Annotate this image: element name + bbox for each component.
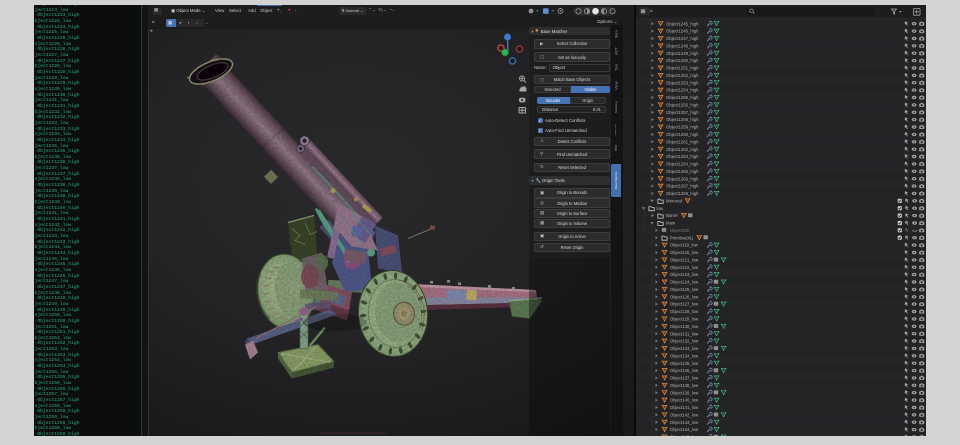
svg-text:Object133_low: Object133_low <box>670 346 699 351</box>
svg-text:Object1252_high: Object1252_high <box>666 73 699 78</box>
svg-text:Object121_low: Object121_low <box>670 257 699 262</box>
svg-text:Object1257_high: Object1257_high <box>666 109 699 114</box>
svg-text:Object1247_high: Object1247_high <box>666 36 699 41</box>
svg-text:Object145_low: Object145_low <box>670 434 699 436</box>
svg-text:Object123_low: Object123_low <box>670 272 699 277</box>
svg-text:Object1255_high: Object1255_high <box>666 95 699 100</box>
svg-text:Object1267_high: Object1267_high <box>666 183 699 188</box>
svg-text:Object1266_high: Object1266_high <box>666 176 699 181</box>
svg-text:Barrel: Barrel <box>666 213 678 218</box>
svg-text:Object1250_high: Object1250_high <box>666 58 699 63</box>
svg-text:Object135_low: Object135_low <box>670 360 699 365</box>
svg-text:Object830: Object830 <box>670 227 690 232</box>
svg-text:Object139_low: Object139_low <box>670 390 699 395</box>
svg-text:Object136_low: Object136_low <box>670 368 699 373</box>
svg-text:Object1251_high: Object1251_high <box>666 65 699 70</box>
svg-text:Object132_low: Object132_low <box>670 338 699 343</box>
svg-text:Mirrored: Mirrored <box>666 198 683 203</box>
svg-text:Object134_low: Object134_low <box>670 353 699 358</box>
svg-text:Object1253_high: Object1253_high <box>666 80 699 85</box>
svg-text:Object1248_high: Object1248_high <box>666 43 699 48</box>
svg-text:Object128_low: Object128_low <box>670 309 699 314</box>
svg-text:Object120_low: Object120_low <box>670 250 699 255</box>
svg-text:Primitive001: Primitive001 <box>670 235 694 240</box>
svg-text:Object140_low: Object140_low <box>670 397 699 402</box>
svg-text:Object130_low: Object130_low <box>670 323 699 328</box>
svg-text:Object119_low: Object119_low <box>670 242 699 247</box>
svg-text:Object1263_high: Object1263_high <box>666 154 699 159</box>
svg-text:Object142_low: Object142_low <box>670 412 699 417</box>
svg-text:Object1268_high: Object1268_high <box>666 191 699 196</box>
svg-text:Object1264_high: Object1264_high <box>666 161 699 166</box>
svg-text:Object1259_high: Object1259_high <box>666 124 699 129</box>
svg-text:Object1262_high: Object1262_high <box>666 146 699 151</box>
svg-text:Object1246_high: Object1246_high <box>666 28 699 33</box>
svg-text:Object1261_high: Object1261_high <box>666 139 699 144</box>
svg-text:Object1265_high: Object1265_high <box>666 168 699 173</box>
svg-text:Object141_low: Object141_low <box>670 405 699 410</box>
svg-text:Object1260_high: Object1260_high <box>666 132 699 137</box>
svg-text:low: low <box>657 205 664 210</box>
svg-text:Object127_low: Object127_low <box>670 301 699 306</box>
svg-text:Object126_low: Object126_low <box>670 294 699 299</box>
svg-text:Object122_low: Object122_low <box>670 264 699 269</box>
svg-text:Object129_low: Object129_low <box>670 316 699 321</box>
svg-text:Object131_low: Object131_low <box>670 331 699 336</box>
svg-text:Object143_low: Object143_low <box>670 419 699 424</box>
svg-text:Object1254_high: Object1254_high <box>666 87 699 92</box>
svg-text:Object137_low: Object137_low <box>670 375 699 380</box>
svg-text:Object124_low: Object124_low <box>670 279 699 284</box>
svg-text:Object1245_high: Object1245_high <box>666 21 699 26</box>
svg-text:Object1256_high: Object1256_high <box>666 102 699 107</box>
svg-text:Object125_low: Object125_low <box>670 287 699 292</box>
svg-text:Object144_low: Object144_low <box>670 427 699 432</box>
svg-text:Object1249_high: Object1249_high <box>666 50 699 55</box>
svg-text:Object1258_high: Object1258_high <box>666 117 699 122</box>
svg-text:Main: Main <box>666 220 676 225</box>
svg-text:Object138_low: Object138_low <box>670 382 699 387</box>
